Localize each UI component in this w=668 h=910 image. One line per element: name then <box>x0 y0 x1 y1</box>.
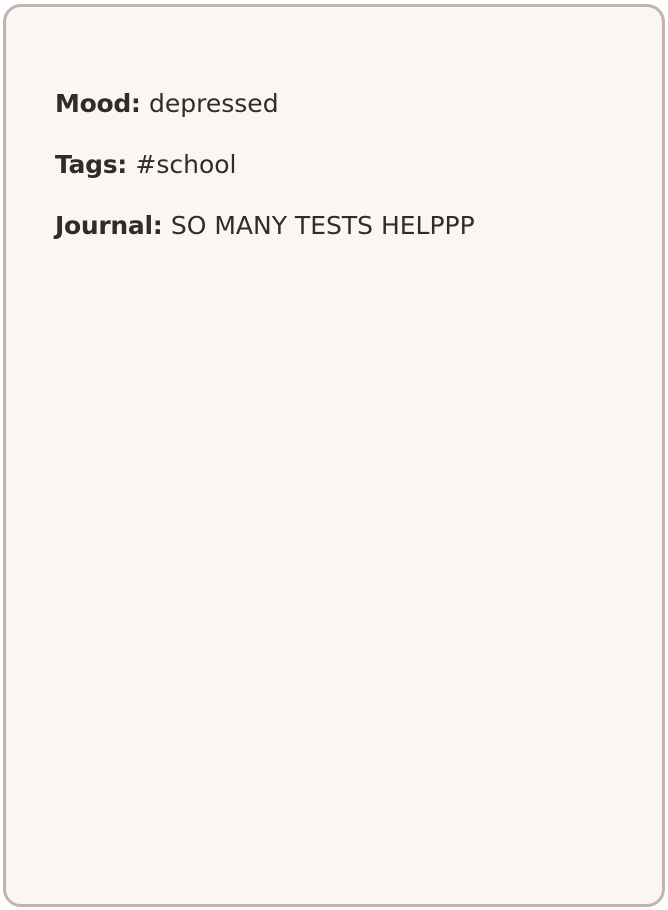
journal-label: Journal: <box>55 211 171 240</box>
journal-text: SO MANY TESTS HELPPP <box>170 211 475 240</box>
mood-row: Mood: depressed <box>55 88 279 120</box>
tags-label: Tags: <box>55 150 136 179</box>
mood-value: depressed <box>149 89 279 118</box>
mood-label: Mood: <box>55 89 150 118</box>
tags-value: #school <box>135 150 237 179</box>
journal-row: Journal: SO MANY TESTS HELPPP <box>55 210 475 242</box>
tags-row: Tags: #school <box>55 149 237 181</box>
journal-entry-card: Mood: depressed Tags: #school Journal: S… <box>3 4 665 907</box>
